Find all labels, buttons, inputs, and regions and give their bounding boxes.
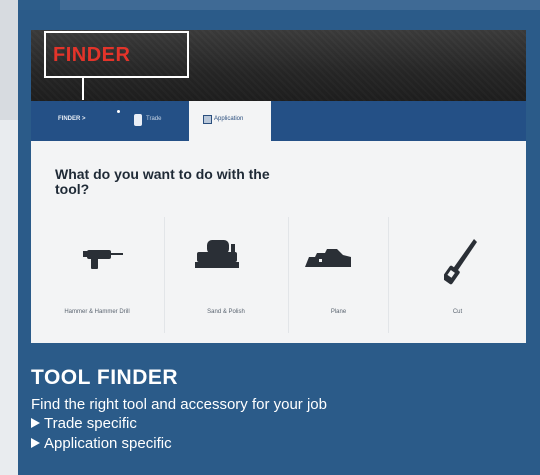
question-heading: What do you want to do with the tool? <box>55 166 270 197</box>
application-icon <box>203 115 212 124</box>
tab-trade[interactable]: Trade <box>146 116 161 122</box>
breadcrumb-finder[interactable]: FINDER > <box>58 116 86 122</box>
category-label: Sand & Polish <box>207 309 245 315</box>
bullet-arrow-icon <box>31 418 40 428</box>
highlight-box <box>44 31 189 78</box>
category-label: Hammer & Hammer Drill <box>64 309 130 315</box>
category-card-plane[interactable]: Plane <box>289 217 388 343</box>
hammer-drill-icon <box>83 250 123 269</box>
category-card-sand-polish[interactable]: Sand & Polish <box>165 217 287 343</box>
finder-navbar: FINDER > Trade Application <box>31 101 526 141</box>
category-card-cut[interactable]: Cut <box>389 217 526 343</box>
hero-banner: FINDER <box>31 30 526 101</box>
finder-screenshot: FINDER FINDER > Trade Application What d… <box>31 30 526 343</box>
tool-finder-title: TOOL FINDER <box>31 366 179 389</box>
bullet-item: Trade specific <box>31 415 137 432</box>
category-label: Plane <box>330 309 347 315</box>
category-card-hammer-drill[interactable]: Hammer & Hammer Drill <box>31 217 163 343</box>
bullet-arrow-icon <box>31 438 40 448</box>
sander-icon <box>195 240 239 268</box>
tool-finder-subtitle: Find the right tool and accessory for yo… <box>31 396 327 413</box>
left-margin-band <box>0 0 18 120</box>
tab-application-label[interactable]: Application <box>214 116 243 122</box>
finder-content: What do you want to do with the tool? Ha… <box>31 141 526 343</box>
bullet-item: Application specific <box>31 435 172 452</box>
planer-icon <box>305 249 351 267</box>
bullet-text: Trade specific <box>44 415 137 432</box>
category-label: Cut <box>452 309 463 315</box>
left-margin-strip <box>0 0 18 475</box>
bullet-text: Application specific <box>44 435 172 452</box>
top-band <box>60 0 540 10</box>
highlight-pointer <box>82 78 84 100</box>
saw-icon <box>444 239 477 285</box>
trade-icon[interactable] <box>134 114 142 126</box>
nav-dot <box>117 110 120 113</box>
